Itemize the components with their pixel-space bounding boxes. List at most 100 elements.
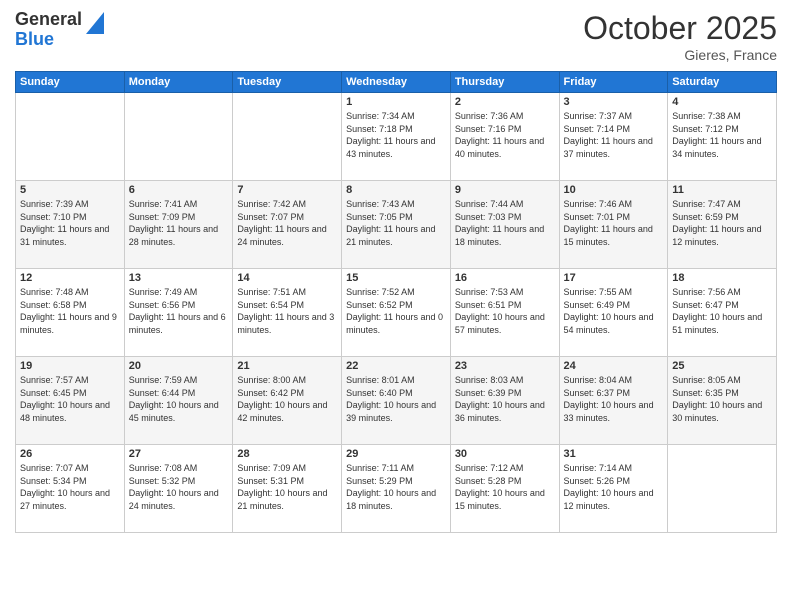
day-number: 20 (129, 360, 229, 372)
day-info: Sunrise: 7:46 AMSunset: 7:01 PMDaylight:… (564, 198, 664, 248)
calendar-week-row: 12 Sunrise: 7:48 AMSunset: 6:58 PMDayligh… (16, 269, 777, 357)
day-number: 31 (564, 448, 664, 460)
day-number: 24 (564, 360, 664, 372)
table-row: 21 Sunrise: 8:00 AMSunset: 6:42 PMDayligh… (233, 357, 342, 445)
day-number: 30 (455, 448, 555, 460)
day-info: Sunrise: 7:14 AMSunset: 5:26 PMDaylight:… (564, 462, 664, 512)
day-info: Sunrise: 7:48 AMSunset: 6:58 PMDaylight:… (20, 286, 120, 336)
month-title: October 2025 (583, 10, 777, 47)
day-number: 8 (346, 184, 446, 196)
day-number: 29 (346, 448, 446, 460)
day-info: Sunrise: 7:11 AMSunset: 5:29 PMDaylight:… (346, 462, 446, 512)
table-row: 22 Sunrise: 8:01 AMSunset: 6:40 PMDayligh… (342, 357, 451, 445)
table-row: 17 Sunrise: 7:55 AMSunset: 6:49 PMDayligh… (559, 269, 668, 357)
day-info: Sunrise: 7:38 AMSunset: 7:12 PMDaylight:… (672, 110, 772, 160)
logo-icon (86, 12, 104, 34)
day-info: Sunrise: 7:34 AMSunset: 7:18 PMDaylight:… (346, 110, 446, 160)
day-info: Sunrise: 7:47 AMSunset: 6:59 PMDaylight:… (672, 198, 772, 248)
day-info: Sunrise: 7:36 AMSunset: 7:16 PMDaylight:… (455, 110, 555, 160)
table-row: 31 Sunrise: 7:14 AMSunset: 5:26 PMDayligh… (559, 445, 668, 533)
table-row: 11 Sunrise: 7:47 AMSunset: 6:59 PMDayligh… (668, 181, 777, 269)
table-row: 20 Sunrise: 7:59 AMSunset: 6:44 PMDayligh… (124, 357, 233, 445)
col-wednesday: Wednesday (342, 72, 451, 93)
table-row: 23Sunrise: 8:03 AMSunset: 6:39 PMDayligh… (450, 357, 559, 445)
calendar-header-row: Sunday Monday Tuesday Wednesday Thursday… (16, 72, 777, 93)
day-info: Sunrise: 7:59 AMSunset: 6:44 PMDaylight:… (129, 374, 229, 424)
calendar-week-row: 5Sunrise: 7:39 AMSunset: 7:10 PMDaylight… (16, 181, 777, 269)
logo-blue: Blue (15, 29, 54, 49)
day-number: 19 (20, 360, 120, 372)
table-row: 30 Sunrise: 7:12 AMSunset: 5:28 PMDayligh… (450, 445, 559, 533)
day-number: 23 (455, 360, 555, 372)
logo: General Blue (15, 10, 104, 50)
calendar-week-row: 26 Sunrise: 7:07 AMSunset: 5:34 PMDayligh… (16, 445, 777, 533)
table-row: 26 Sunrise: 7:07 AMSunset: 5:34 PMDayligh… (16, 445, 125, 533)
table-row (233, 93, 342, 181)
day-info: Sunrise: 7:55 AMSunset: 6:49 PMDaylight:… (564, 286, 664, 336)
table-row: 18Sunrise: 7:56 AMSunset: 6:47 PMDayligh… (668, 269, 777, 357)
calendar-week-row: 19Sunrise: 7:57 AMSunset: 6:45 PMDayligh… (16, 357, 777, 445)
day-info: Sunrise: 7:49 AMSunset: 6:56 PMDaylight:… (129, 286, 229, 336)
day-number: 21 (237, 360, 337, 372)
day-number: 5 (20, 184, 120, 196)
logo-general: General (15, 9, 82, 29)
day-info: Sunrise: 7:53 AMSunset: 6:51 PMDaylight:… (455, 286, 555, 336)
day-number: 18 (672, 272, 772, 284)
table-row: 5Sunrise: 7:39 AMSunset: 7:10 PMDaylight… (16, 181, 125, 269)
calendar: Sunday Monday Tuesday Wednesday Thursday… (15, 71, 777, 533)
col-saturday: Saturday (668, 72, 777, 93)
day-info: Sunrise: 7:51 AMSunset: 6:54 PMDaylight:… (237, 286, 337, 336)
day-info: Sunrise: 7:41 AMSunset: 7:09 PMDaylight:… (129, 198, 229, 248)
day-number: 4 (672, 96, 772, 108)
day-number: 6 (129, 184, 229, 196)
table-row: 14 Sunrise: 7:51 AMSunset: 6:54 PMDayligh… (233, 269, 342, 357)
day-info: Sunrise: 8:04 AMSunset: 6:37 PMDaylight:… (564, 374, 664, 424)
table-row: 24 Sunrise: 8:04 AMSunset: 6:37 PMDayligh… (559, 357, 668, 445)
table-row (16, 93, 125, 181)
day-number: 12 (20, 272, 120, 284)
col-tuesday: Tuesday (233, 72, 342, 93)
table-row: 13 Sunrise: 7:49 AMSunset: 6:56 PMDayligh… (124, 269, 233, 357)
page: General Blue October 2025 Gieres, France… (0, 0, 792, 612)
day-number: 1 (346, 96, 446, 108)
day-info: Sunrise: 7:12 AMSunset: 5:28 PMDaylight:… (455, 462, 555, 512)
day-info: Sunrise: 8:05 AMSunset: 6:35 PMDaylight:… (672, 374, 772, 424)
col-sunday: Sunday (16, 72, 125, 93)
table-row: 25 Sunrise: 8:05 AMSunset: 6:35 PMDayligh… (668, 357, 777, 445)
day-number: 9 (455, 184, 555, 196)
day-info: Sunrise: 7:37 AMSunset: 7:14 PMDaylight:… (564, 110, 664, 160)
location: Gieres, France (583, 47, 777, 63)
day-number: 3 (564, 96, 664, 108)
day-info: Sunrise: 8:01 AMSunset: 6:40 PMDaylight:… (346, 374, 446, 424)
calendar-week-row: 1 Sunrise: 7:34 AMSunset: 7:18 PMDaylight… (16, 93, 777, 181)
day-number: 2 (455, 96, 555, 108)
table-row: 12 Sunrise: 7:48 AMSunset: 6:58 PMDayligh… (16, 269, 125, 357)
table-row: 8 Sunrise: 7:43 AMSunset: 7:05 PMDaylight… (342, 181, 451, 269)
title-block: October 2025 Gieres, France (583, 10, 777, 63)
table-row: 15 Sunrise: 7:52 AMSunset: 6:52 PMDayligh… (342, 269, 451, 357)
table-row: 19Sunrise: 7:57 AMSunset: 6:45 PMDayligh… (16, 357, 125, 445)
day-number: 25 (672, 360, 772, 372)
day-number: 7 (237, 184, 337, 196)
day-number: 10 (564, 184, 664, 196)
day-number: 22 (346, 360, 446, 372)
day-number: 17 (564, 272, 664, 284)
day-info: Sunrise: 7:09 AMSunset: 5:31 PMDaylight:… (237, 462, 337, 512)
day-info: Sunrise: 7:43 AMSunset: 7:05 PMDaylight:… (346, 198, 446, 248)
day-info: Sunrise: 7:52 AMSunset: 6:52 PMDaylight:… (346, 286, 446, 336)
day-number: 14 (237, 272, 337, 284)
day-number: 13 (129, 272, 229, 284)
table-row (124, 93, 233, 181)
day-number: 26 (20, 448, 120, 460)
table-row: 3 Sunrise: 7:37 AMSunset: 7:14 PMDaylight… (559, 93, 668, 181)
day-number: 15 (346, 272, 446, 284)
table-row: 6 Sunrise: 7:41 AMSunset: 7:09 PMDaylight… (124, 181, 233, 269)
day-info: Sunrise: 8:00 AMSunset: 6:42 PMDaylight:… (237, 374, 337, 424)
table-row: 10 Sunrise: 7:46 AMSunset: 7:01 PMDayligh… (559, 181, 668, 269)
day-number: 11 (672, 184, 772, 196)
day-info: Sunrise: 7:42 AMSunset: 7:07 PMDaylight:… (237, 198, 337, 248)
day-number: 28 (237, 448, 337, 460)
table-row: 4 Sunrise: 7:38 AMSunset: 7:12 PMDaylight… (668, 93, 777, 181)
table-row: 27Sunrise: 7:08 AMSunset: 5:32 PMDayligh… (124, 445, 233, 533)
day-info: Sunrise: 7:07 AMSunset: 5:34 PMDaylight:… (20, 462, 120, 512)
